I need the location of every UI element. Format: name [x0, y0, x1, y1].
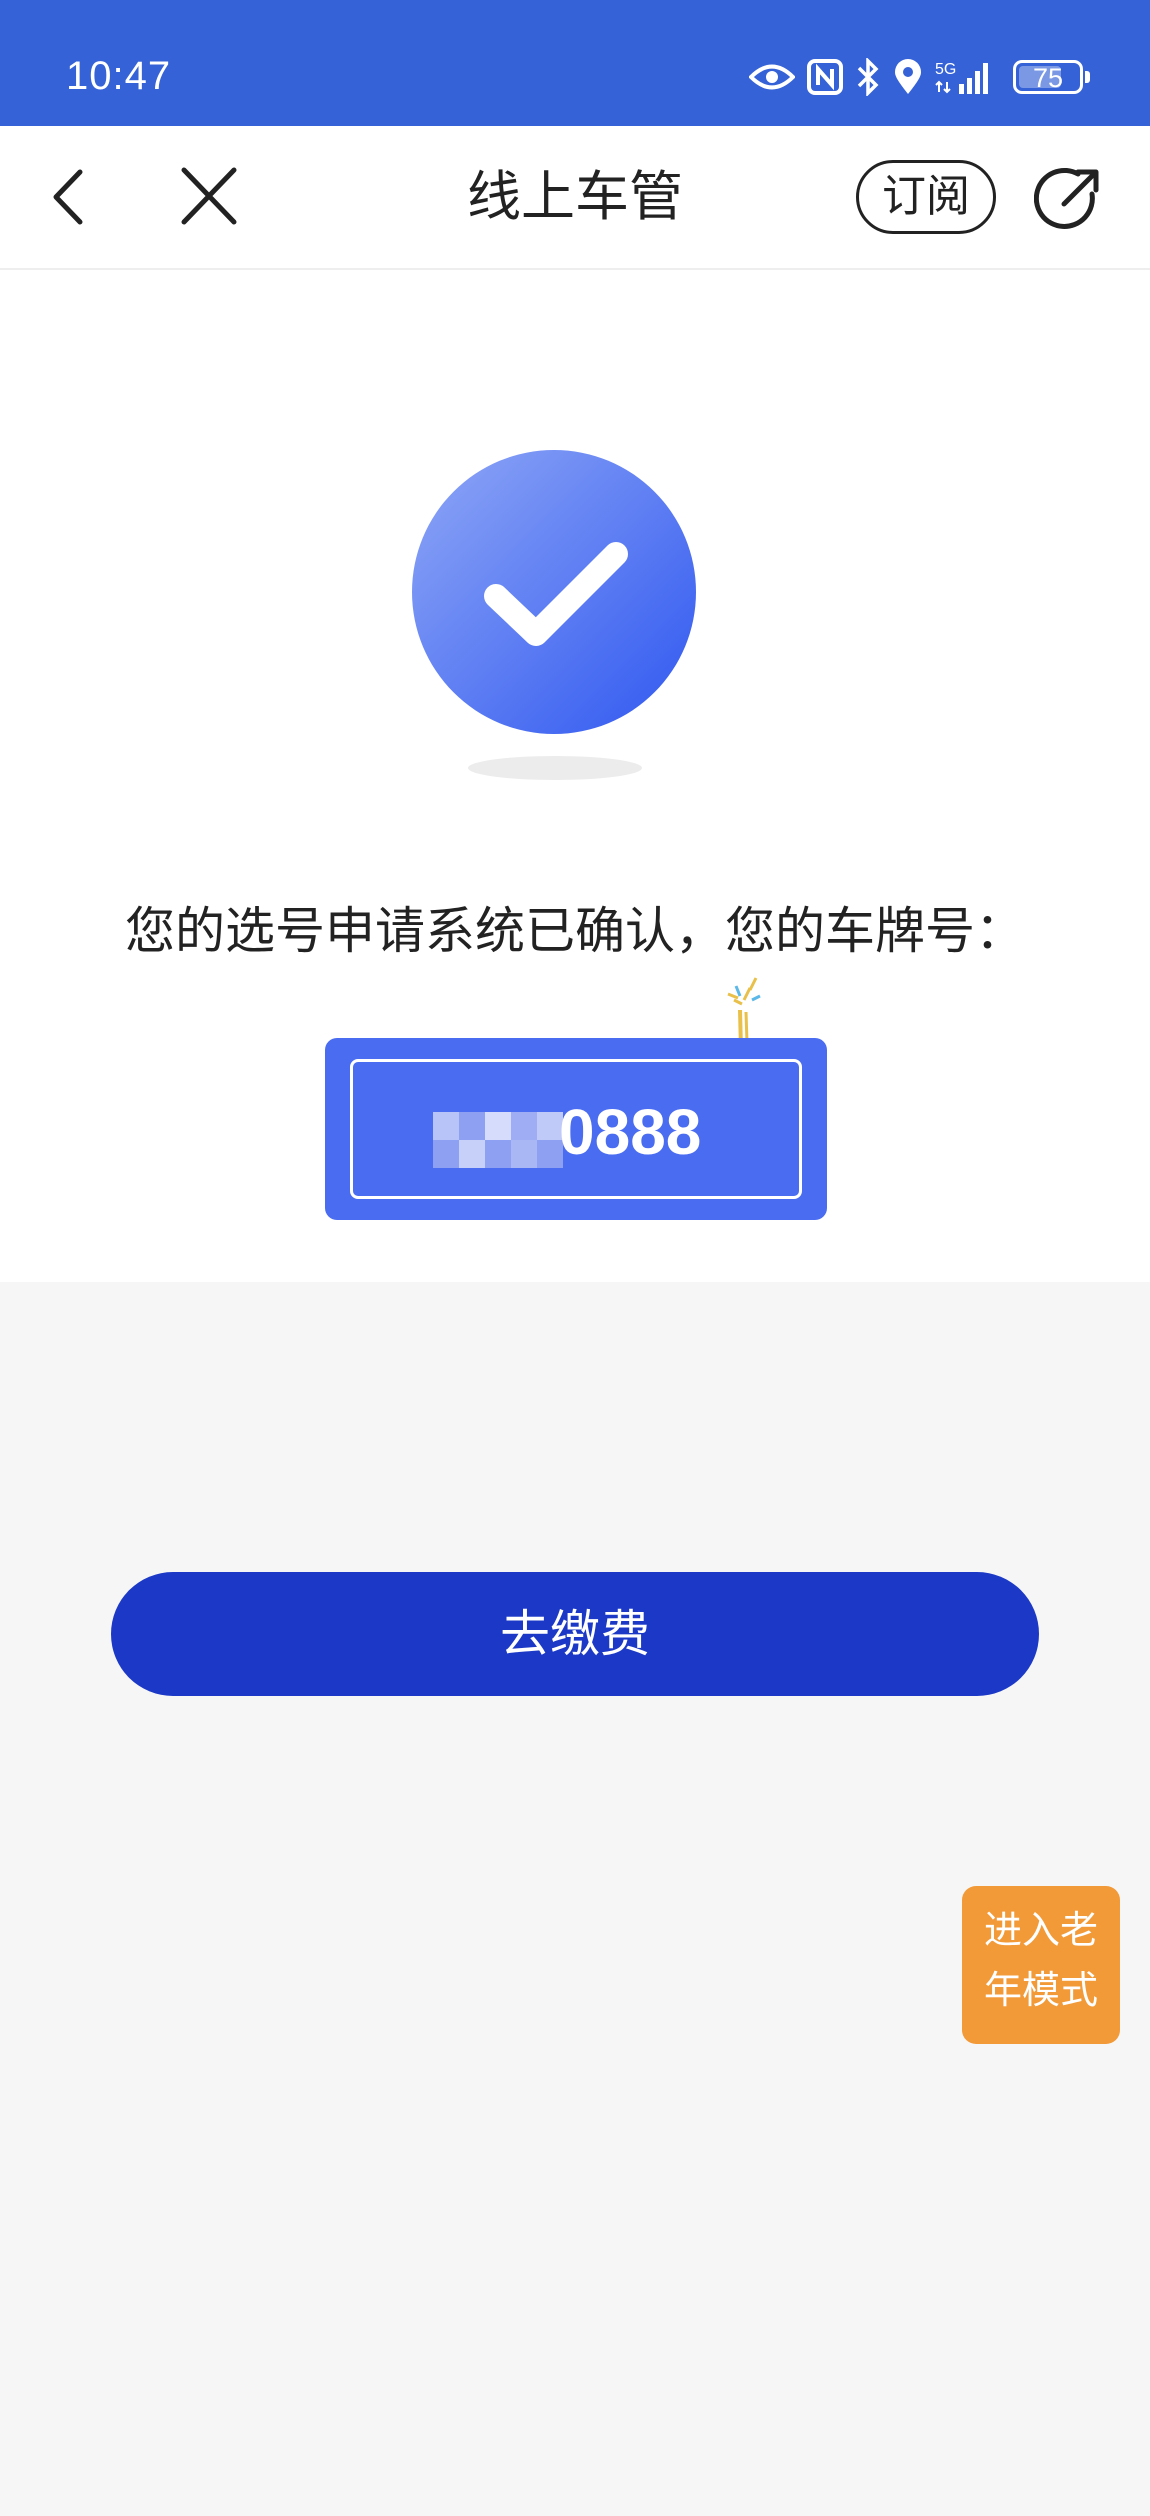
eye-icon — [749, 64, 795, 90]
plate-number: 0888 — [559, 1096, 702, 1168]
location-icon — [895, 59, 921, 94]
network-label: 5G — [935, 61, 956, 78]
signal-5g-icon: 5G — [935, 61, 988, 94]
share-icon[interactable] — [1034, 164, 1106, 236]
elder-mode-button[interactable]: 进入老 年模式 — [962, 1886, 1120, 2044]
battery-icon: 75 — [1013, 60, 1083, 94]
status-icons: 5G 75 — [749, 52, 1090, 102]
result-card: 您的选号申请系统已确认，您的车牌号： 0888 — [0, 270, 1150, 1282]
redacted-mosaic — [433, 1112, 563, 1168]
status-bar: 10:47 5G 75 — [0, 0, 1150, 126]
check-circle-icon — [412, 450, 696, 734]
license-plate-border: 0888 — [350, 1059, 802, 1199]
nav-bar: 线上车管 订阅 — [0, 126, 1150, 270]
status-time: 10:47 — [66, 54, 172, 98]
elder-mode-line2: 年模式 — [983, 1968, 1098, 2012]
bluetooth-icon — [857, 58, 879, 96]
battery-tip — [1085, 71, 1090, 83]
elder-mode-line1: 进入老 — [983, 1908, 1098, 1952]
license-plate: 0888 — [325, 1038, 827, 1220]
icon-shadow — [468, 756, 642, 780]
pay-button[interactable]: 去缴费 — [111, 1572, 1039, 1696]
nfc-icon — [807, 59, 843, 95]
subscribe-button[interactable]: 订阅 — [856, 160, 996, 234]
battery-percent: 75 — [1032, 63, 1064, 93]
confirm-message: 您的选号申请系统已确认，您的车牌号： — [125, 902, 1025, 960]
